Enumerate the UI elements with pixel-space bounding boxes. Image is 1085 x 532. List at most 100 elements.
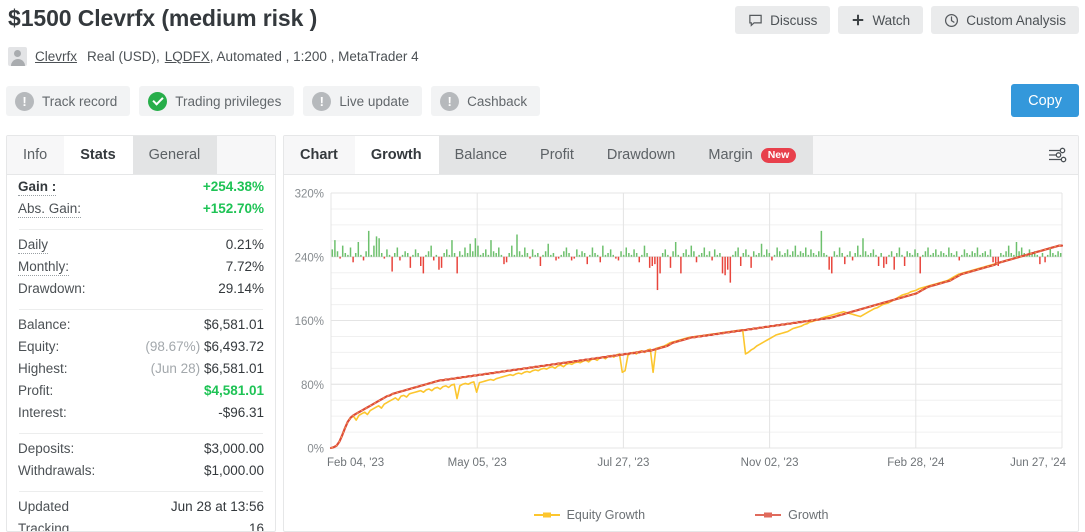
stats-row-label: Tracking — [18, 521, 70, 532]
stats-row: Deposits: $3,000.00 — [18, 441, 264, 463]
stats-row-value: +254.38% — [202, 179, 264, 194]
stats-row: Withdrawals: $1,000.00 — [18, 463, 264, 485]
stats-row-label[interactable]: Abs. Gain: — [18, 201, 82, 218]
svg-text:Jun 27, '24: Jun 27, '24 — [1010, 457, 1067, 469]
custom-analysis-button[interactable]: Custom Analysis — [931, 6, 1079, 34]
stats-row-subvalue: (Jun 28) — [150, 361, 204, 376]
clock-icon — [944, 13, 959, 28]
tab-growth[interactable]: Growth — [354, 136, 439, 174]
legend-swatch-growth — [755, 512, 782, 518]
stats-row-value: $4,581.01 — [203, 383, 264, 398]
stats-row-value: $3,000.00 — [203, 441, 264, 456]
stats-row: Interest: -$96.31 — [18, 405, 264, 427]
tab-info[interactable]: Info — [7, 136, 64, 174]
discuss-button[interactable]: Discuss — [735, 6, 831, 34]
avatar — [8, 47, 27, 66]
status-badge-trading-privileges[interactable]: Trading privileges — [139, 86, 295, 116]
legend-item-growth[interactable]: Growth — [755, 508, 828, 522]
stats-row-label: Profit: — [18, 383, 54, 398]
chart-legend: Equity Growth Growth — [284, 508, 1078, 522]
check-icon — [148, 91, 168, 111]
stats-row-label: Drawdown: — [18, 281, 86, 296]
account-type: Real (USD), — [87, 49, 160, 64]
exclamation-icon — [440, 91, 460, 111]
broker-link[interactable]: LQDFX — [165, 49, 210, 64]
svg-text:May 05, '23: May 05, '23 — [448, 457, 507, 469]
growth-chart-svg: 0% 80% 160% 240% 320% Feb 04, '23 May 05, '23 J… — [295, 189, 1067, 470]
stats-row-value: $6,581.01 — [203, 317, 264, 332]
legend-item-equity-growth[interactable]: Equity Growth — [533, 508, 646, 522]
svg-text:Feb 28, '24: Feb 28, '24 — [887, 457, 945, 469]
svg-text:Nov 02, '23: Nov 02, '23 — [741, 457, 799, 469]
chart-tabbar: Chart Growth Balance Profit Drawdown Mar… — [284, 136, 1078, 175]
tab-label: Chart — [300, 147, 338, 163]
svg-text:80%: 80% — [301, 380, 324, 392]
status-badge-cashback[interactable]: Cashback — [431, 86, 541, 116]
stats-row-label[interactable]: Gain : — [18, 179, 57, 196]
tab-general[interactable]: General — [132, 136, 218, 174]
tab-label: Balance — [454, 147, 508, 163]
tab-label: Margin — [708, 147, 753, 163]
stats-divider — [19, 491, 263, 492]
status-badge-track-record[interactable]: Track record — [6, 86, 131, 116]
stats-divider — [19, 309, 263, 310]
stats-row: Gain : +254.38% — [18, 179, 264, 201]
tab-chart[interactable]: Chart — [284, 136, 355, 174]
custom-analysis-label: Custom Analysis — [966, 12, 1066, 28]
stats-panel: Info Stats General Gain : +254.38% Abs. Ga… — [6, 135, 276, 532]
chart-panel: Chart Growth Balance Profit Drawdown Mar… — [283, 135, 1079, 532]
stats-row: Updated Jun 28 at 13:56 — [18, 499, 264, 521]
tab-stats[interactable]: Stats — [64, 136, 133, 174]
stats-row-label[interactable]: Monthly: — [18, 259, 70, 276]
chart-series-growth — [329, 244, 1064, 450]
stats-row-label: Interest: — [18, 405, 67, 420]
stats-row-value: 7.72% — [225, 259, 264, 274]
stats-row-label: Withdrawals: — [18, 463, 96, 478]
legend-label: Equity Growth — [566, 508, 646, 522]
tab-drawdown[interactable]: Drawdown — [590, 136, 693, 174]
legend-swatch-equity — [533, 512, 560, 518]
stats-row: Highest: (Jun 28) $6,581.01 — [18, 361, 264, 383]
badge-label: Cashback — [467, 93, 528, 109]
discuss-label: Discuss — [770, 12, 818, 28]
stats-row-label: Updated — [18, 499, 70, 514]
stats-row-label: Equity: — [18, 339, 60, 354]
stats-row: Daily 0.21% — [18, 237, 264, 259]
stats-row-value: -$96.31 — [218, 405, 264, 420]
svg-text:320%: 320% — [295, 189, 324, 201]
stats-row: Monthly: 7.72% — [18, 259, 264, 281]
account-name-link[interactable]: Clevrfx — [35, 49, 77, 64]
tab-profit[interactable]: Profit — [524, 136, 591, 174]
page-header: $1500 Clevrfx (medium risk ) Discuss Wat… — [0, 0, 1085, 128]
exclamation-icon — [15, 91, 34, 111]
exclamation-icon — [312, 91, 332, 111]
svg-text:Feb 04, '23: Feb 04, '23 — [327, 457, 384, 469]
copy-button[interactable]: Copy — [1011, 84, 1079, 117]
stats-row-value: +152.70% — [202, 201, 264, 216]
watch-button[interactable]: Watch — [838, 6, 924, 34]
svg-text:240%: 240% — [295, 252, 324, 264]
stats-row-value: Jun 28 at 13:56 — [170, 499, 264, 514]
tab-label: Drawdown — [606, 147, 676, 163]
profile-page: $1500 Clevrfx (medium risk ) Discuss Wat… — [0, 0, 1085, 532]
tab-label: Profit — [540, 147, 574, 163]
stats-row: Balance: $6,581.01 — [18, 317, 264, 339]
stats-row: Equity: (98.67%) $6,493.72 — [18, 339, 264, 361]
growth-chart[interactable]: 0% 80% 160% 240% 320% Feb 04, '23 May 05, '23 J… — [284, 175, 1078, 531]
comment-icon — [748, 13, 763, 28]
tab-label: Stats — [80, 147, 116, 163]
plus-icon — [851, 13, 865, 27]
tab-label: General — [148, 147, 201, 163]
tab-balance[interactable]: Balance — [438, 136, 525, 174]
stats-row: Drawdown: 29.14% — [18, 281, 264, 303]
stats-row-label[interactable]: Daily — [18, 237, 49, 254]
stats-divider — [19, 433, 263, 434]
status-badge-live-update[interactable]: Live update — [303, 86, 423, 116]
stats-row-value: (Jun 28) $6,581.01 — [150, 361, 264, 376]
badge-label: Live update — [339, 93, 410, 109]
badge-label: Track record — [42, 93, 118, 109]
stats-row-label: Highest: — [18, 361, 68, 376]
sliders-icon[interactable] — [1045, 144, 1069, 166]
tab-margin[interactable]: Margin New — [692, 136, 814, 174]
legend-label: Growth — [788, 508, 829, 522]
